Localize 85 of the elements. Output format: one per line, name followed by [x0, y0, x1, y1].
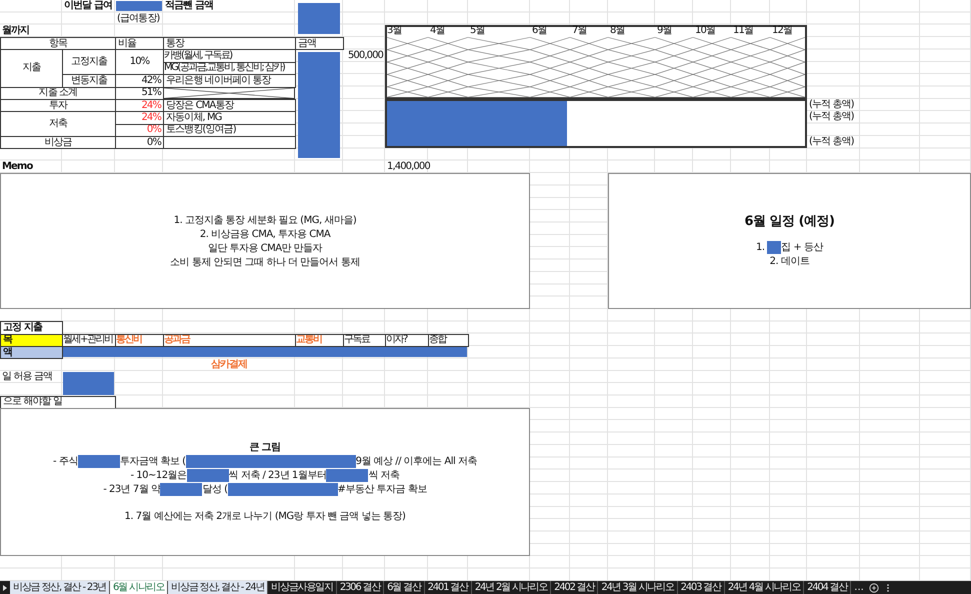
todo-text: 달성 (	[202, 483, 228, 496]
sheet-tab[interactable]: 비상금 정산, 결산 - 24년	[168, 581, 268, 594]
allowance-label: 일 허용 금액	[1, 370, 54, 384]
net-amount-label: 적금뺀 금액	[164, 0, 214, 12]
todo-text: - 23년 7월 약	[103, 483, 160, 496]
redacted-block	[160, 483, 202, 496]
todo-text: - 주식	[53, 455, 78, 468]
salary-account-note: (급여통장)	[116, 12, 160, 25]
row-header: 액	[0, 346, 63, 360]
salary-label: 이번달 급여	[63, 0, 114, 12]
month-label: 10월	[694, 24, 716, 38]
month-label: 12월	[771, 24, 794, 38]
memo-title: Memo	[1, 160, 34, 174]
month-label: 9월	[656, 24, 673, 38]
table-cell: 자동이체, MG	[163, 111, 296, 125]
add-sheet-icon[interactable]	[868, 582, 879, 592]
month-label: 11월	[732, 24, 754, 38]
table-cell: 지출	[0, 49, 63, 88]
table-cell: 지출 소계	[0, 86, 116, 100]
period-label: 월까지	[1, 24, 30, 38]
memo-line: 2. 비상금용 CMA, 투자용 CMA	[200, 228, 330, 240]
table-cell: 저축	[0, 111, 116, 137]
table-cell: 카뱅(월세, 구독료)	[163, 49, 296, 63]
table-cell: 10%	[115, 49, 164, 76]
todo-text: - 10~12월은	[130, 469, 187, 482]
todo-label: 으로 해야할 일	[0, 396, 116, 409]
column-header: 통장	[163, 37, 296, 50]
schedule-title: 6월 일정 (예정)	[744, 214, 834, 228]
sheet-tab[interactable]: 비상금 정산, 결산 - 23년	[10, 581, 110, 594]
column-header: 종합	[428, 334, 469, 348]
todo-text: 씩 저축 / 23년 1월부터	[228, 469, 326, 482]
month-label: 4월	[429, 24, 446, 38]
cumulative-total-label: (누적 총액)	[808, 98, 855, 111]
sheet-tab[interactable]: 2401 결산	[424, 581, 472, 594]
column-header: 월세+관리비	[62, 334, 116, 348]
table-cell: 0%	[115, 124, 164, 137]
section-title: 고정 지출	[0, 321, 63, 335]
memo-line: 1. 고정지출 통장 세분화 필요 (MG, 새마을)	[174, 214, 356, 226]
memo-line: 소비 통제 안되면 그때 하나 더 만들어서 통제	[170, 256, 360, 268]
table-cell: 0%	[115, 136, 164, 150]
todo-title: 큰 그림	[249, 441, 281, 454]
todo-text: 투자금액 확보 (	[120, 455, 186, 468]
table-cell: 토스뱅킹(잉여금)	[163, 124, 296, 137]
table-cell: 우리은행 네이버페이 통장	[163, 74, 296, 88]
column-header: 통신비	[115, 334, 164, 348]
column-header: 비율	[115, 37, 164, 50]
column-header: 이자?	[385, 334, 429, 348]
column-header: 항목	[0, 37, 116, 50]
list-number: 2.	[770, 254, 780, 268]
payment-note: 삼카결제	[210, 358, 248, 371]
column-header: 구독료	[343, 334, 386, 348]
redacted-block	[298, 3, 340, 34]
todo-text: #부동산 투자금 확보	[338, 483, 427, 496]
month-label: 5월	[469, 24, 486, 38]
table-cell: 변동지출	[62, 74, 116, 88]
todo-text: 9월 예상 // 이후에는 All 저축	[356, 455, 477, 468]
todo-text: 씩 저축	[368, 469, 400, 482]
sheet-tab[interactable]: 6월 시나리오	[110, 581, 168, 594]
redacted-block	[78, 455, 120, 468]
cumulative-total-label: (누적 총액)	[808, 111, 855, 124]
month-label: 7월	[571, 24, 588, 38]
amount-value: 1,400,000	[386, 160, 431, 174]
cumulative-total-label: (누적 총액)	[808, 136, 855, 148]
schedule-item: 집 + 등산	[781, 240, 823, 254]
triangle-icon[interactable]	[2, 584, 8, 592]
column-header: 금액	[295, 37, 344, 50]
table-cell: 고정지출	[62, 49, 116, 76]
memo-line: 일단 투자용 CMA만 만들자	[208, 242, 322, 254]
todo-note: 1. 7월 예산에는 저축 2개로 나누기 (MG랑 투자 뺀 금액 넣는 통장)	[124, 510, 406, 524]
table-cell: 42%	[115, 74, 164, 88]
sheet-tab[interactable]: 2403 결산	[678, 581, 725, 594]
table-cell: 51%	[115, 86, 164, 100]
redacted-block	[116, 1, 162, 12]
month-label: 3월	[386, 24, 403, 38]
amount-value: 500,000	[346, 49, 384, 62]
table-cell: 24%	[115, 111, 164, 125]
month-label: 8월	[609, 24, 626, 38]
month-label: 6월	[531, 24, 548, 38]
list-number: 1.	[756, 240, 766, 254]
schedule-item: 데이트	[780, 254, 810, 268]
column-header: 교통비	[295, 334, 344, 348]
more-tabs[interactable]: ...	[851, 582, 867, 593]
table-cell: 비상금	[0, 136, 116, 150]
redacted-block	[63, 372, 114, 394]
column-header: 공과금	[163, 334, 296, 348]
